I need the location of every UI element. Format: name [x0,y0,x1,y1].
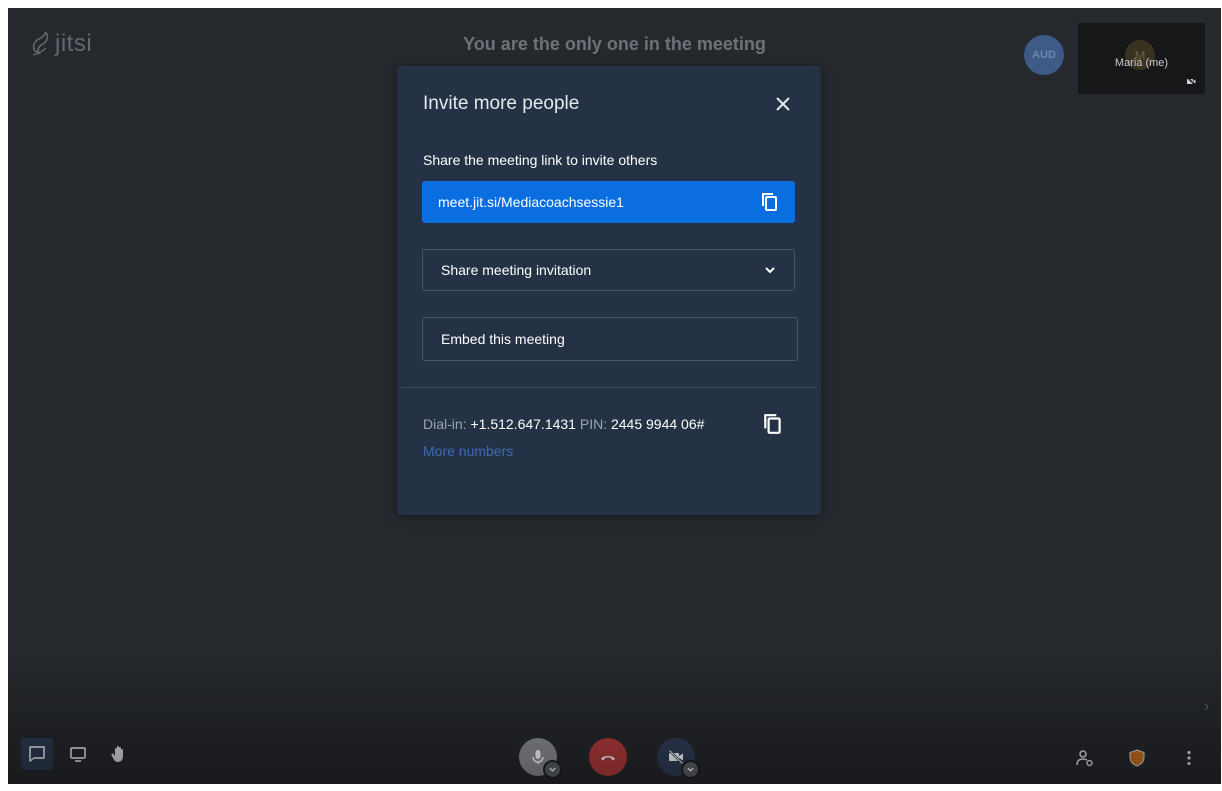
dialog-title: Invite more people [423,93,580,114]
chevron-down-icon [687,767,694,772]
camera-off-indicator-icon [1186,76,1196,86]
hangup-button[interactable] [589,738,627,776]
embed-meeting-button[interactable]: Embed this meeting [422,317,798,361]
copy-dial-in-icon[interactable] [763,413,783,435]
microphone-button[interactable] [519,738,562,779]
raise-hand-icon [111,746,123,762]
meeting-stage: jitsi You are the only one in the meetin… [8,8,1221,784]
meeting-link-box[interactable]: meet.jit.si/Mediacoachsessie1 [422,181,795,223]
self-name-label: Maria (me) [1114,57,1169,69]
self-video-tile[interactable]: M Maria (me) [1078,23,1205,94]
participant-avatar[interactable]: AUD [1024,35,1064,75]
toolbar-left [21,738,135,770]
hangup-icon [601,756,615,761]
close-dialog-button[interactable] [771,92,795,116]
share-invitation-dropdown[interactable]: Share meeting invitation [422,249,795,291]
screen-share-button[interactable] [62,738,94,770]
filmstrip-toggle-chevron-icon[interactable]: › [1204,698,1209,716]
embed-meeting-label: Embed this meeting [441,331,565,347]
invite-people-button[interactable] [1069,742,1101,774]
camera-options-button[interactable] [681,760,700,779]
microphone-options-button[interactable] [543,760,562,779]
dial-in-label: Dial-in: [423,416,467,432]
security-options-button[interactable] [1121,742,1153,774]
chevron-down-icon [549,767,556,772]
chat-icon [29,746,45,762]
invite-people-icon [1076,750,1093,767]
camera-button[interactable] [657,738,700,779]
dialog-divider [401,387,817,388]
raise-hand-button[interactable] [103,738,135,770]
copy-icon[interactable] [761,192,779,212]
dial-in-number: +1.512.647.1431 [470,416,576,432]
dial-in-info: Dial-in: +1.512.647.1431 PIN: 2445 9944 … [423,416,704,432]
share-invitation-label: Share meeting invitation [441,262,592,278]
pin-value: 2445 9944 06# [610,416,705,432]
chat-button[interactable] [21,738,53,770]
meeting-link-text: meet.jit.si/Mediacoachsessie1 [438,194,624,210]
more-numbers-link[interactable]: More numbers [423,443,513,459]
more-actions-icon [1187,750,1191,766]
close-icon [776,97,790,111]
security-shield-icon [1129,749,1145,767]
more-actions-button[interactable] [1173,742,1205,774]
toolbar-right [1069,742,1205,774]
screen-share-icon [70,747,86,762]
share-link-label: Share the meeting link to invite others [423,152,658,168]
invite-dialog: Invite more people Share the meeting lin… [397,66,821,515]
chevron-down-icon [765,267,775,274]
pin-label: PIN: [579,416,608,432]
